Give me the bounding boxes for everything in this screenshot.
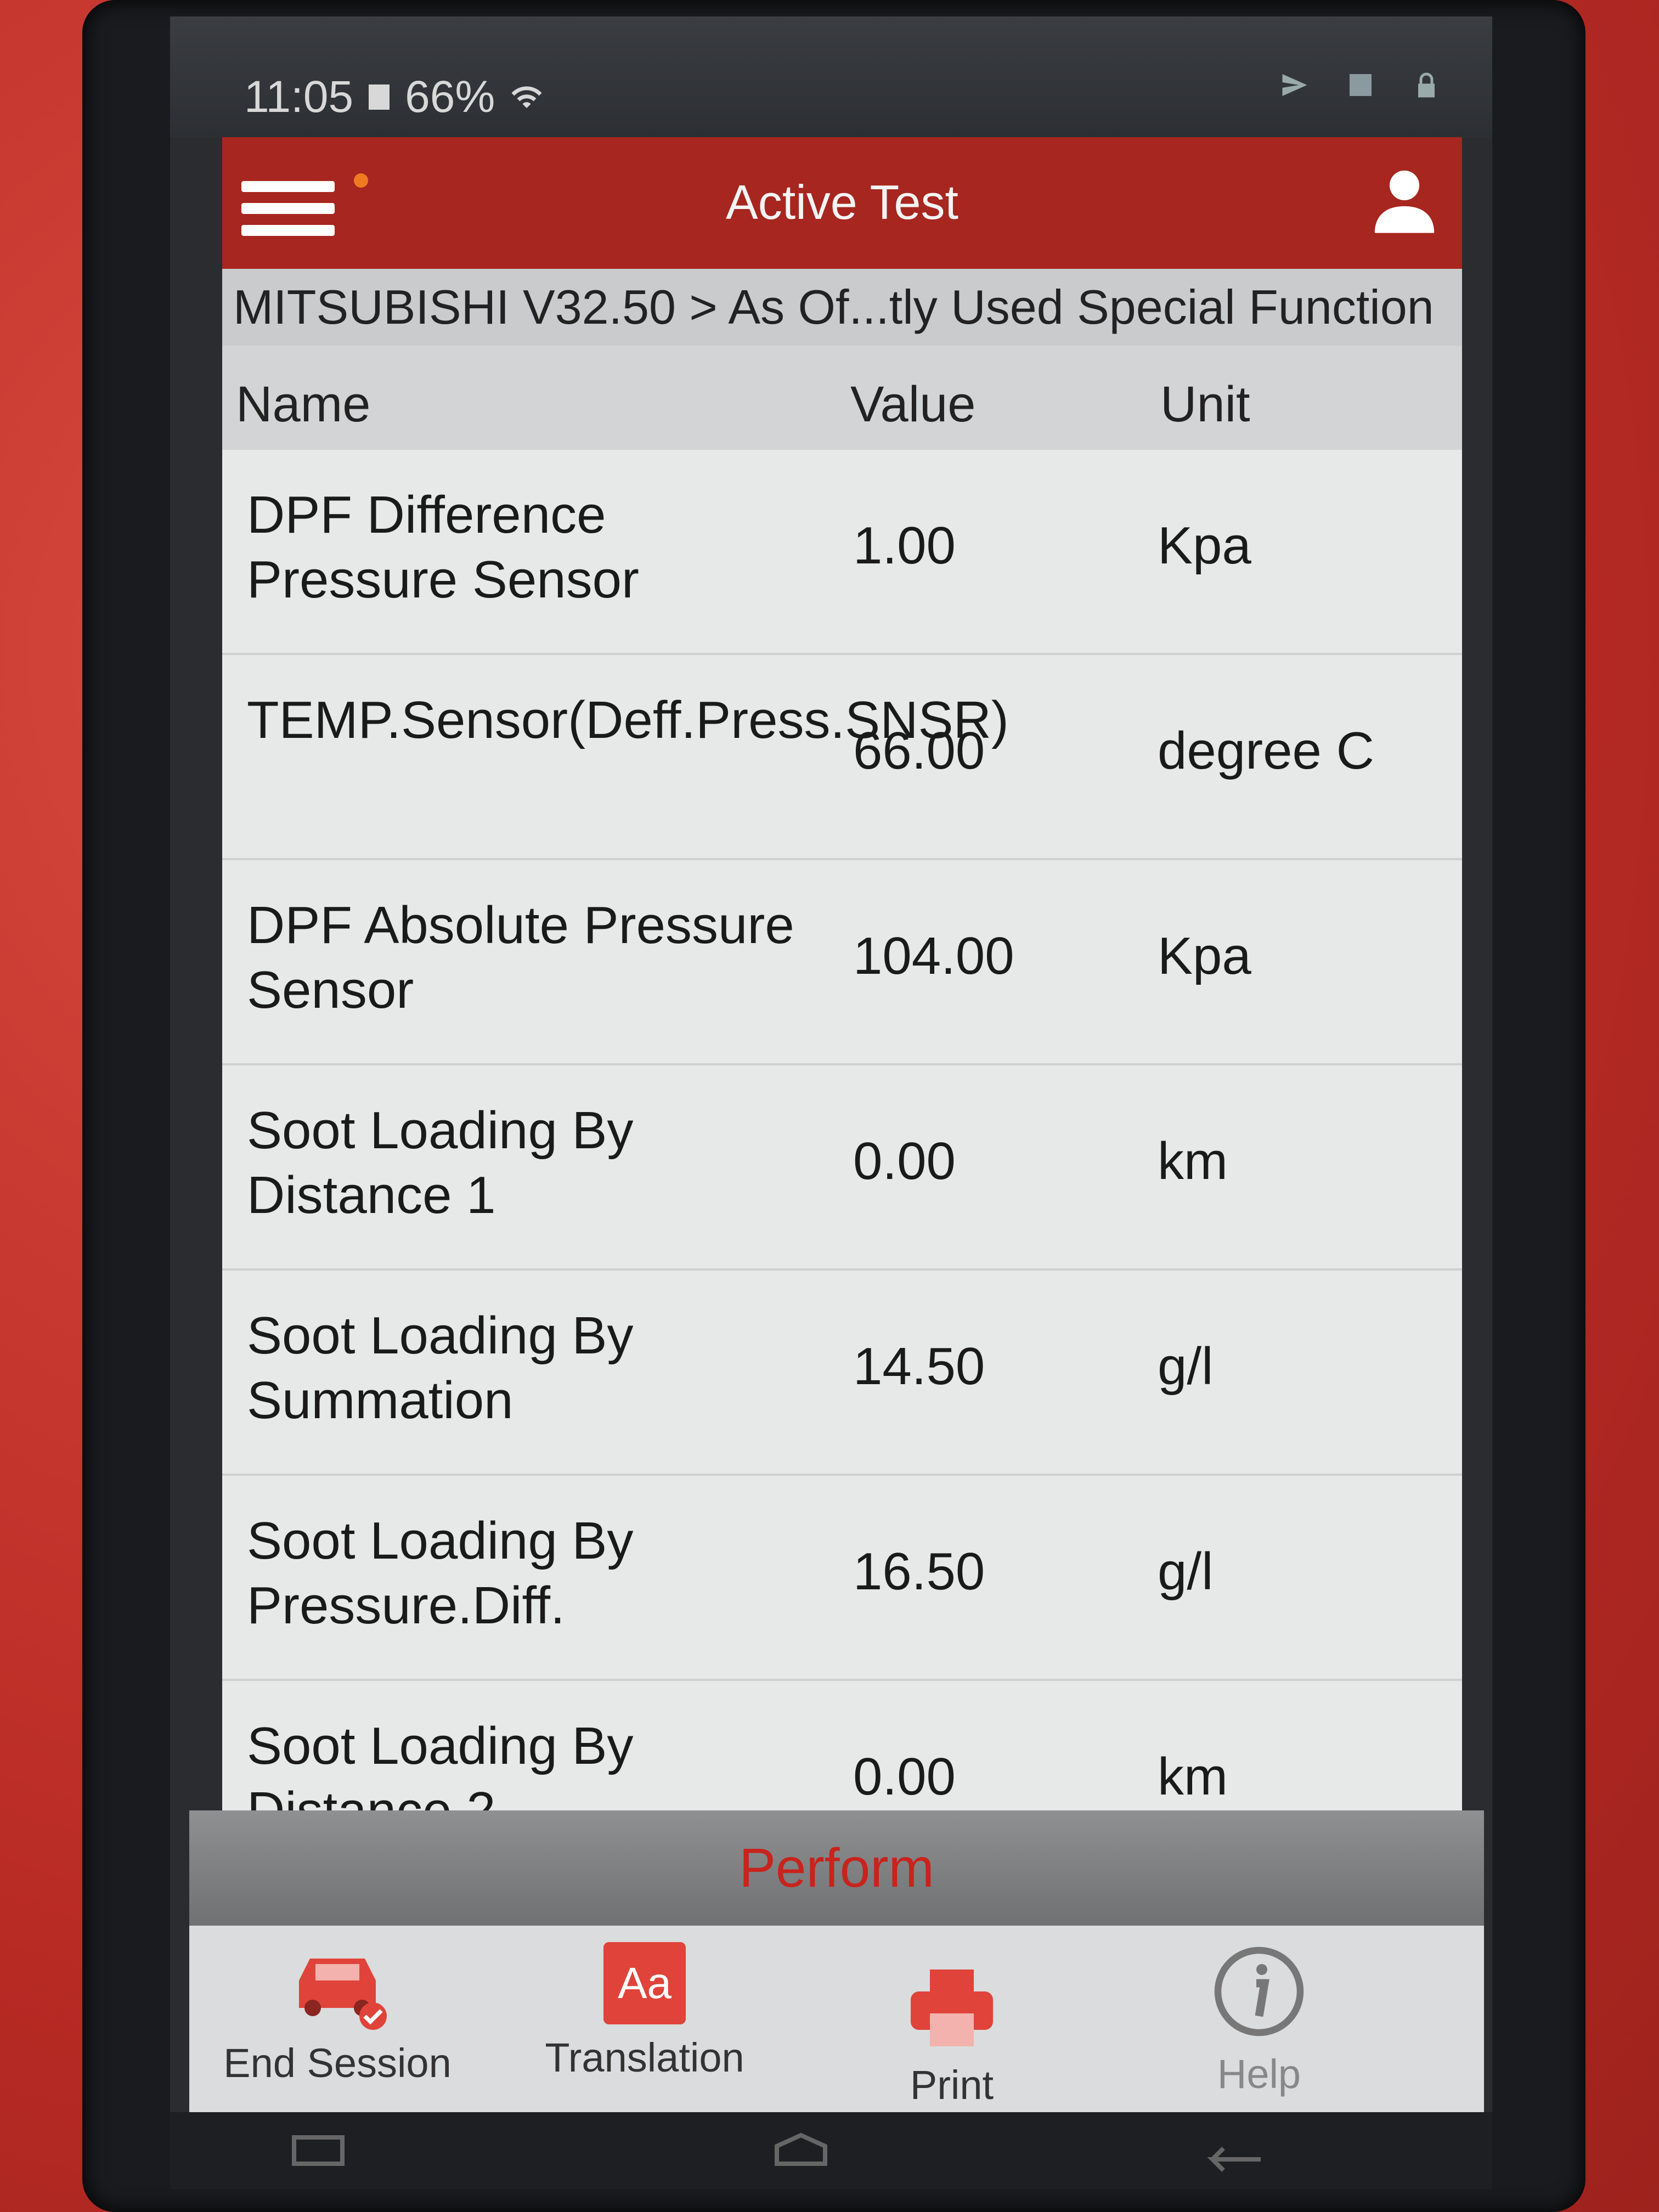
row-name: TEMP.Sensor(Deff.Press.SNSR): [247, 691, 1009, 749]
row-name: Soot Loading By Summation: [247, 1306, 634, 1430]
row-name: DPF Absolute Pressure Sensor: [247, 896, 794, 1019]
row-value: 66.00: [853, 721, 985, 780]
end-session-button[interactable]: End Session: [222, 1942, 453, 2086]
table-header: Name Value Unit: [222, 346, 1462, 450]
battery-icon: [369, 84, 390, 110]
row-unit: km: [1158, 1132, 1228, 1190]
translation-icon-text: Aa: [618, 1959, 672, 2007]
table-row[interactable]: DPF Difference Pressure Sensor 1.00 Kpa: [222, 450, 1462, 655]
row-unit: Kpa: [1158, 516, 1251, 575]
table-row[interactable]: Soot Loading By Distance 2 0.00 km: [222, 1681, 1462, 1810]
translation-icon: Aa: [603, 1942, 686, 2024]
row-unit: g/l: [1158, 1337, 1214, 1396]
column-header-value: Value: [850, 376, 976, 432]
data-table[interactable]: DPF Difference Pressure Sensor 1.00 Kpa …: [222, 450, 1462, 1810]
row-value: 104.00: [853, 927, 1014, 985]
screen: 11:05 66% Active Test MITSUBISHI V32.50 …: [170, 16, 1492, 2189]
user-icon[interactable]: [1369, 162, 1440, 239]
system-nav-bar: [170, 2112, 1492, 2189]
breadcrumb: MITSUBISHI V32.50 > As Of...tly Used Spe…: [222, 269, 1462, 346]
app-bar: Active Test: [222, 137, 1462, 269]
status-time: 11:05: [244, 72, 354, 122]
row-name: Soot Loading By Distance 2: [247, 1717, 634, 1810]
print-label: Print: [910, 2062, 994, 2108]
end-session-label: End Session: [223, 2040, 452, 2086]
row-value: 1.00: [853, 516, 956, 575]
status-bar: 11:05 66%: [170, 16, 1492, 137]
lock-icon: [1418, 72, 1435, 98]
table-row[interactable]: Soot Loading By Pressure.Diff. 16.50 g/l: [222, 1476, 1462, 1681]
row-value: 0.00: [853, 1747, 956, 1806]
row-unit: degree C: [1158, 721, 1374, 780]
row-name: DPF Difference Pressure Sensor: [247, 486, 639, 609]
help-label: Help: [1217, 2051, 1301, 2097]
help-button[interactable]: Help: [1144, 1942, 1374, 2097]
row-value: 14.50: [853, 1337, 985, 1396]
send-icon: [1282, 74, 1307, 96]
row-unit: km: [1158, 1747, 1228, 1806]
back-icon[interactable]: [1185, 2129, 1284, 2172]
printer-icon: [911, 1970, 993, 2046]
car-check-icon: [299, 1959, 387, 2030]
row-name: Soot Loading By Pressure.Diff.: [247, 1511, 634, 1635]
print-button[interactable]: Print: [837, 1942, 1067, 2108]
row-name: Soot Loading By Distance 1: [247, 1101, 634, 1224]
page-title: Active Test: [726, 175, 958, 229]
column-header-unit: Unit: [1160, 376, 1250, 432]
home-icon[interactable]: [763, 2129, 839, 2172]
row-unit: g/l: [1158, 1542, 1214, 1601]
info-icon: [1214, 1946, 1304, 2036]
translation-button[interactable]: Aa Translation: [529, 1942, 760, 2081]
table-row[interactable]: DPF Absolute Pressure Sensor 104.00 Kpa: [222, 860, 1462, 1065]
column-header-name: Name: [236, 376, 371, 432]
perform-button[interactable]: Perform: [189, 1810, 1484, 1926]
row-unit: Kpa: [1158, 927, 1251, 985]
table-row[interactable]: Soot Loading By Distance 1 0.00 km: [222, 1065, 1462, 1271]
table-row[interactable]: Soot Loading By Summation 14.50 g/l: [222, 1271, 1462, 1476]
vpn-icon: [1350, 74, 1372, 96]
translation-label: Translation: [545, 2035, 744, 2080]
table-row[interactable]: TEMP.Sensor(Deff.Press.SNSR) 66.00 degre…: [222, 655, 1462, 860]
recent-apps-icon[interactable]: [285, 2129, 351, 2172]
row-value: 16.50: [853, 1542, 985, 1601]
wifi-icon: [511, 86, 542, 108]
row-value: 0.00: [853, 1132, 956, 1190]
status-battery: 66%: [405, 72, 495, 122]
bottom-toolbar: End Session Aa Translation Print Help: [189, 1926, 1484, 2112]
